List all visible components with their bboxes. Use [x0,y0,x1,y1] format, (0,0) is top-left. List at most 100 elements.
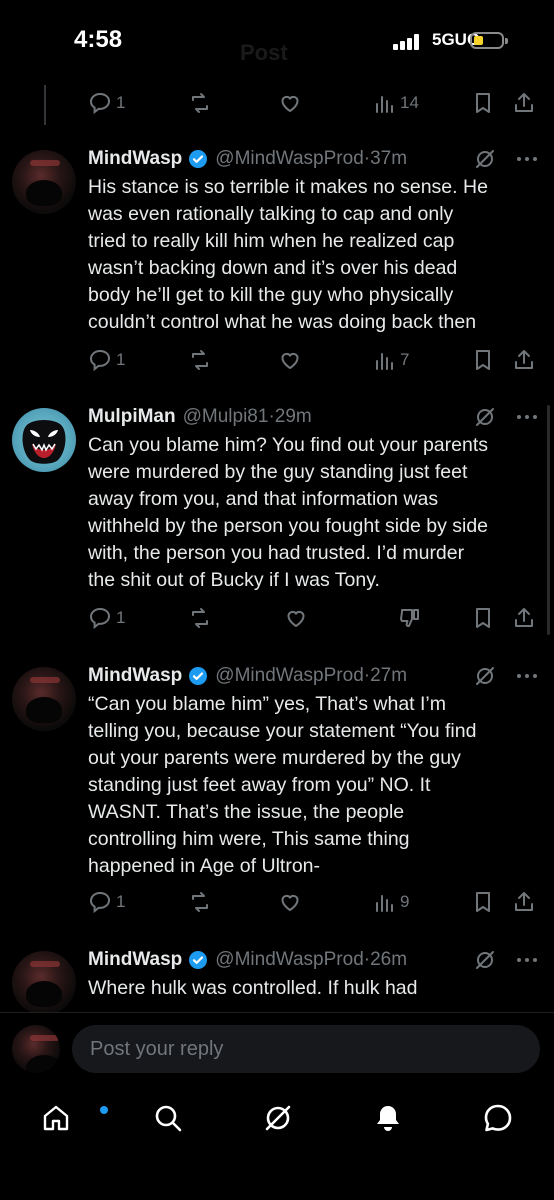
timestamp: ·37m [363,148,408,169]
timestamp: ·29m [268,406,312,427]
tab-grok[interactable] [258,1098,298,1138]
tweet-actions: 1 7 [88,345,540,375]
tweet-header: MindWasp @MindWaspProd ·37m [88,146,407,172]
tweet-line: Can you blame him? You find out your par… [88,434,489,456]
bookmark-button[interactable] [472,88,494,118]
handle[interactable]: @MindWaspProd [215,949,363,971]
timestamp: ·27m [363,665,408,686]
avatar[interactable] [12,150,76,214]
bookmark-button[interactable] [472,887,494,917]
share-button[interactable] [512,603,536,633]
tweet-line: WASNT. That’s the issue, the people [88,801,405,823]
tweet-line: with, the person you had trusted. I’d mu… [88,542,465,564]
handle[interactable]: @MindWaspProd [215,665,363,687]
avatar[interactable] [12,408,76,472]
reply-button[interactable]: 1 [88,887,125,917]
views-button[interactable]: 14 [374,88,419,118]
grok-icon[interactable] [474,665,496,687]
tweet-actions: 1 14 [88,88,540,118]
like-button[interactable] [278,887,302,917]
repost-icon [192,350,208,370]
reply-icon [89,607,111,630]
views-button[interactable]: 9 [374,887,409,917]
repost-button[interactable] [188,88,212,118]
handle[interactable]: @MindWaspProd [215,148,363,170]
tweet-line: His stance is so terrible it makes no se… [88,176,488,198]
avatar[interactable] [12,951,76,1015]
display-name[interactable]: MindWasp [88,148,182,170]
tweet-line: was even rationally talking to cap and o… [88,203,454,225]
tweet-line: tried to really kill him when he realize… [88,230,455,252]
bookmark-button[interactable] [472,603,494,633]
more-icon[interactable] [516,673,538,679]
display-name[interactable]: MulpiMan [88,406,176,428]
verified-badge-icon [189,667,208,685]
tab-home[interactable] [36,1098,108,1138]
repost-icon [192,608,208,628]
reply-icon [89,92,111,115]
bookmark-button[interactable] [472,345,494,375]
tab-search[interactable] [148,1098,188,1138]
more-icon[interactable] [516,156,538,162]
tweet-header-icons [474,947,538,973]
tweet-header-icons [474,663,538,689]
more-icon[interactable] [516,957,538,963]
grok-icon[interactable] [474,148,496,170]
heart-icon [281,95,299,113]
tab-messages[interactable] [478,1098,518,1138]
share-button[interactable] [512,345,536,375]
tweet-text: Where hulk was controlled. If hulk had [88,975,538,1002]
repost-button[interactable] [188,603,212,633]
share-button[interactable] [512,887,536,917]
display-name[interactable]: MindWasp [88,949,182,971]
my-avatar[interactable] [12,1025,60,1073]
avatar[interactable] [12,667,76,731]
messages-icon [484,1104,512,1132]
reply-count: 1 [116,892,126,911]
views-button[interactable]: 7 [374,345,409,375]
reply-icon [89,891,111,914]
repost-button[interactable] [188,345,212,375]
grok-icon [265,1105,291,1131]
scrollbar[interactable] [547,405,550,635]
handle[interactable]: @Mulpi81 [183,406,269,428]
reply-button[interactable]: 1 [88,345,125,375]
tweet-header: MulpiMan @Mulpi81·29m [88,404,312,430]
like-button[interactable] [278,345,302,375]
like-button[interactable] [278,88,302,118]
bookmark-icon [476,350,490,370]
share-button[interactable] [512,88,536,118]
views-icon [376,895,393,912]
more-icon[interactable] [516,414,538,420]
tweet-line: withheld by the person you fought side b… [88,515,489,537]
grok-icon[interactable] [474,406,496,428]
tweet-header-icons [474,146,538,172]
tweet-line: “Can you blame him” yes, That’s what I’m [88,693,446,715]
repost-icon [192,892,208,912]
reply-button[interactable]: 1 [88,603,125,633]
tweet-line: happened in Age of Ultron- [88,855,321,877]
views-icon [376,96,393,113]
heart-icon [281,894,299,912]
tweet-line: the shit out of Bucky if I was Tony. [88,569,380,591]
tweet-header-icons [474,404,538,430]
thread-connector [44,85,46,125]
repost-button[interactable] [188,887,212,917]
timestamp: ·26m [363,949,408,970]
downvote-button[interactable] [398,603,422,633]
signal-icon [393,34,419,50]
home-icon [43,1105,69,1131]
views-count: 7 [400,350,410,369]
display-name[interactable]: MindWasp [88,665,182,687]
reply-button[interactable]: 1 [88,88,125,118]
reply-input[interactable]: Post your reply [72,1025,540,1073]
heart-icon [287,610,305,628]
notification-dot [100,1106,108,1114]
views-count: 14 [400,93,419,112]
reply-count: 1 [116,93,126,112]
share-icon [515,608,533,627]
grok-icon[interactable] [474,949,496,971]
tab-notifications[interactable] [368,1098,408,1138]
downvote-icon [400,609,419,627]
like-button[interactable] [284,603,308,633]
